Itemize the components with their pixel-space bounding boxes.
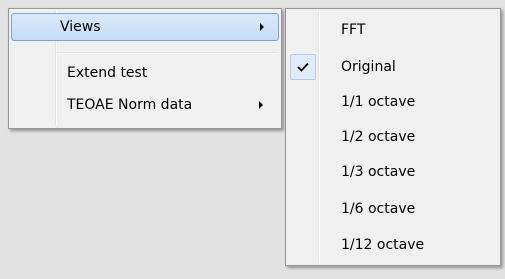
submenu-item-label: Original xyxy=(341,59,396,75)
menu-item-label: Extend test xyxy=(67,65,148,81)
submenu-item-label: 1/3 octave xyxy=(341,164,416,180)
menu-item-label: Views xyxy=(60,19,101,35)
submenu-item-1-2-octave[interactable]: 1/2 octave xyxy=(288,123,498,151)
menu-separator xyxy=(57,52,277,54)
submenu-item-1-3-octave[interactable]: 1/3 octave xyxy=(288,158,498,186)
submenu-item-label: 1/2 octave xyxy=(341,129,416,145)
submenu-item-1-6-octave[interactable]: 1/6 octave xyxy=(288,195,498,223)
submenu-item-1-1-octave[interactable]: 1/1 octave xyxy=(288,88,498,116)
submenu-item-label: 1/1 octave xyxy=(341,94,416,110)
views-submenu: FFT Original 1/1 octave 1/2 octave 1/3 o… xyxy=(285,8,501,266)
submenu-item-original[interactable]: Original xyxy=(288,53,498,81)
menu-item-extend-test[interactable]: Extend test xyxy=(11,59,279,87)
checkmark-box xyxy=(290,54,316,80)
submenu-item-label: 1/12 octave xyxy=(341,237,425,253)
submenu-item-fft[interactable]: FFT xyxy=(288,16,498,44)
checkmark-icon xyxy=(297,62,309,72)
chevron-right-icon xyxy=(260,23,264,31)
chevron-right-icon xyxy=(259,101,263,109)
context-menu: Views Extend test TEOAE Norm data xyxy=(8,8,282,129)
menu-item-teoae-norm-data[interactable]: TEOAE Norm data xyxy=(11,91,279,119)
submenu-item-label: 1/6 octave xyxy=(341,201,416,217)
submenu-item-1-12-octave[interactable]: 1/12 octave xyxy=(288,231,498,259)
menu-item-views[interactable]: Views xyxy=(11,13,279,41)
menu-item-label: TEOAE Norm data xyxy=(67,97,193,113)
submenu-item-label: FFT xyxy=(341,22,366,38)
